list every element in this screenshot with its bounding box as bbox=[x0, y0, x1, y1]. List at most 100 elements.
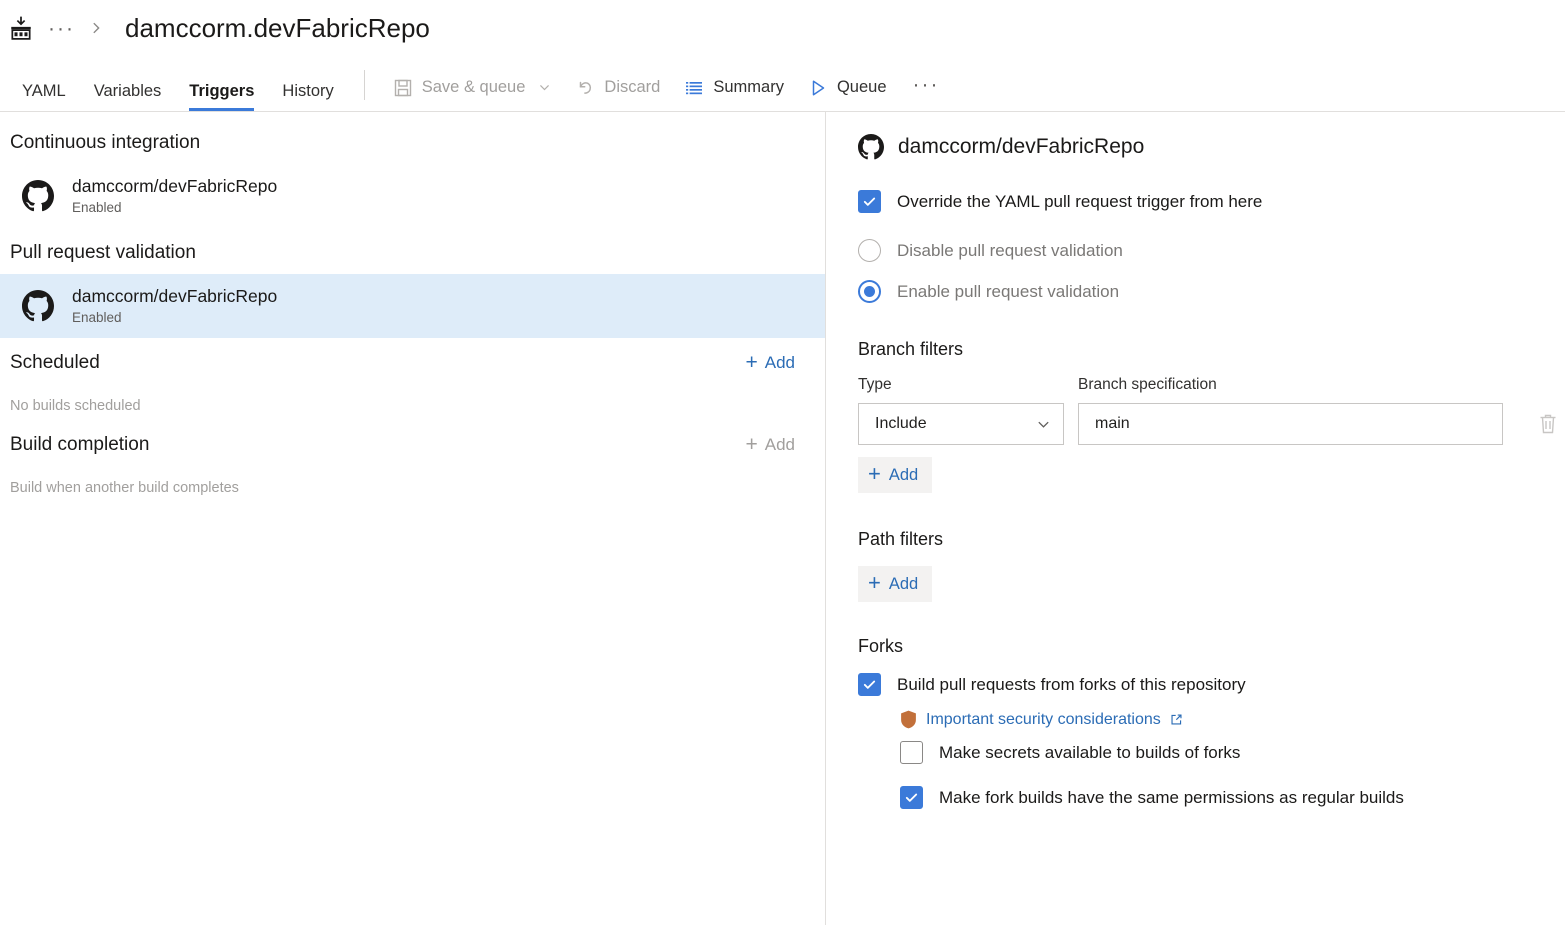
breadcrumb: ··· damccorm.devFabricRepo bbox=[0, 0, 1565, 56]
play-icon bbox=[808, 78, 828, 98]
external-link-icon bbox=[1170, 713, 1183, 726]
security-considerations-link[interactable]: Important security considerations bbox=[926, 711, 1161, 729]
queue-button[interactable]: Queue bbox=[796, 76, 899, 100]
section-build-completion: Build completion + Add bbox=[0, 420, 825, 466]
build-completion-empty-text: Build when another build completes bbox=[0, 466, 825, 502]
override-yaml-trigger-label: Override the YAML pull request trigger f… bbox=[897, 192, 1262, 212]
scheduled-empty-text: No builds scheduled bbox=[0, 384, 825, 420]
make-secrets-available-row[interactable]: Make secrets available to builds of fork… bbox=[900, 741, 1565, 764]
path-filters-title: Path filters bbox=[858, 529, 1565, 550]
chevron-right-icon bbox=[89, 21, 103, 35]
branch-specification-value: main bbox=[1095, 415, 1130, 433]
shield-icon bbox=[900, 710, 917, 729]
make-secrets-available-checkbox[interactable] bbox=[900, 741, 923, 764]
add-path-filter-label: Add bbox=[889, 575, 918, 594]
discard-button[interactable]: Discard bbox=[563, 76, 672, 100]
fork-permissions-label: Make fork builds have the same permissio… bbox=[939, 788, 1404, 808]
branch-specification-input[interactable]: main bbox=[1078, 403, 1503, 445]
toolbar: YAML Variables Triggers History Save & q… bbox=[0, 56, 1565, 112]
trigger-state: Enabled bbox=[72, 200, 277, 216]
add-build-completion-button[interactable]: + Add bbox=[745, 435, 795, 456]
details-header: damccorm/devFabricRepo bbox=[858, 134, 1565, 160]
branch-filter-spec-label: Branch specification bbox=[1078, 376, 1503, 394]
toolbar-divider bbox=[364, 70, 365, 100]
disable-pr-validation-row[interactable]: Disable pull request validation bbox=[858, 239, 1565, 262]
save-and-queue-label: Save & queue bbox=[422, 78, 526, 97]
security-considerations-link-row[interactable]: Important security considerations bbox=[900, 710, 1565, 729]
trigger-details-pane: damccorm/devFabricRepo Override the YAML… bbox=[826, 112, 1565, 925]
plus-icon: + bbox=[745, 352, 757, 373]
enable-pr-validation-radio[interactable] bbox=[858, 280, 881, 303]
trigger-name: damccorm/devFabricRepo bbox=[72, 286, 277, 307]
undo-icon bbox=[575, 78, 595, 98]
branch-filter-type-label: Type bbox=[858, 376, 1064, 394]
tab-variables[interactable]: Variables bbox=[80, 83, 176, 112]
tab-yaml[interactable]: YAML bbox=[8, 83, 80, 112]
branch-filter-type-value: Include bbox=[875, 415, 927, 433]
trigger-item-pr[interactable]: damccorm/devFabricRepo Enabled bbox=[0, 274, 825, 338]
build-from-forks-row[interactable]: Build pull requests from forks of this r… bbox=[858, 673, 1565, 696]
plus-icon: + bbox=[868, 463, 881, 485]
ci-section-title: Continuous integration bbox=[10, 132, 200, 154]
enable-pr-validation-label: Enable pull request validation bbox=[897, 282, 1119, 302]
save-icon bbox=[393, 78, 413, 98]
trigger-name: damccorm/devFabricRepo bbox=[72, 176, 277, 197]
forks-group: Forks Build pull requests from forks of … bbox=[858, 636, 1565, 809]
summary-button[interactable]: Summary bbox=[672, 76, 796, 100]
disable-pr-validation-radio[interactable] bbox=[858, 239, 881, 262]
branch-filter-type-col: Type Include bbox=[858, 376, 1064, 445]
build-completion-section-title: Build completion bbox=[10, 434, 149, 456]
more-actions-button[interactable]: ··· bbox=[899, 74, 954, 101]
tab-history[interactable]: History bbox=[268, 83, 347, 112]
make-secrets-available-label: Make secrets available to builds of fork… bbox=[939, 743, 1240, 763]
chevron-down-icon bbox=[534, 81, 551, 94]
delete-branch-filter-button[interactable] bbox=[1531, 407, 1565, 441]
save-and-queue-button[interactable]: Save & queue bbox=[381, 76, 564, 100]
forks-title: Forks bbox=[858, 636, 1565, 657]
trigger-item-text: damccorm/devFabricRepo Enabled bbox=[72, 176, 277, 216]
content-area: Continuous integration damccorm/devFabri… bbox=[0, 112, 1565, 925]
toolbar-actions: Save & queue Discard bbox=[381, 74, 954, 111]
build-from-forks-label: Build pull requests from forks of this r… bbox=[897, 675, 1246, 695]
summary-label: Summary bbox=[713, 78, 784, 97]
radio-dot bbox=[864, 286, 875, 297]
scheduled-section-title: Scheduled bbox=[10, 352, 100, 374]
branch-filters-title: Branch filters bbox=[858, 339, 1565, 360]
add-scheduled-label: Add bbox=[765, 353, 795, 373]
path-filters-group: Path filters + Add bbox=[858, 529, 1565, 602]
trigger-item-ci[interactable]: damccorm/devFabricRepo Enabled bbox=[0, 164, 825, 228]
plus-icon: + bbox=[745, 434, 757, 455]
branch-filter-spec-col: Branch specification main bbox=[1078, 376, 1503, 445]
section-scheduled: Scheduled + Add bbox=[0, 338, 825, 384]
enable-pr-validation-row[interactable]: Enable pull request validation bbox=[858, 280, 1565, 303]
add-path-filter-button[interactable]: + Add bbox=[858, 566, 932, 602]
fork-permissions-checkbox[interactable] bbox=[900, 786, 923, 809]
add-branch-filter-button[interactable]: + Add bbox=[858, 457, 932, 493]
disable-pr-validation-label: Disable pull request validation bbox=[897, 241, 1123, 261]
section-continuous-integration: Continuous integration bbox=[0, 118, 825, 164]
github-icon bbox=[22, 180, 54, 212]
pipeline-icon bbox=[8, 15, 34, 41]
trigger-item-text: damccorm/devFabricRepo Enabled bbox=[72, 286, 277, 326]
override-yaml-trigger-row[interactable]: Override the YAML pull request trigger f… bbox=[858, 190, 1565, 213]
add-scheduled-button[interactable]: + Add bbox=[745, 353, 795, 374]
list-icon bbox=[684, 78, 704, 98]
override-yaml-trigger-checkbox[interactable] bbox=[858, 190, 881, 213]
add-build-completion-label: Add bbox=[765, 435, 795, 455]
plus-icon: + bbox=[868, 572, 881, 594]
branch-filters-group: Branch filters Type Include Branch spec bbox=[858, 339, 1565, 493]
fork-permissions-row[interactable]: Make fork builds have the same permissio… bbox=[900, 786, 1565, 809]
tab-triggers[interactable]: Triggers bbox=[175, 83, 268, 112]
details-title: damccorm/devFabricRepo bbox=[898, 135, 1144, 159]
page-title: damccorm.devFabricRepo bbox=[125, 13, 430, 44]
triggers-list-pane: Continuous integration damccorm/devFabri… bbox=[0, 112, 826, 925]
github-icon bbox=[858, 134, 884, 160]
build-from-forks-checkbox[interactable] bbox=[858, 673, 881, 696]
pr-section-title: Pull request validation bbox=[10, 242, 196, 264]
add-branch-filter-label: Add bbox=[889, 466, 918, 485]
github-icon bbox=[22, 290, 54, 322]
branch-filter-type-select[interactable]: Include bbox=[858, 403, 1064, 445]
trigger-state: Enabled bbox=[72, 310, 277, 326]
breadcrumb-overflow[interactable]: ··· bbox=[44, 18, 79, 39]
trash-icon bbox=[1538, 413, 1558, 435]
